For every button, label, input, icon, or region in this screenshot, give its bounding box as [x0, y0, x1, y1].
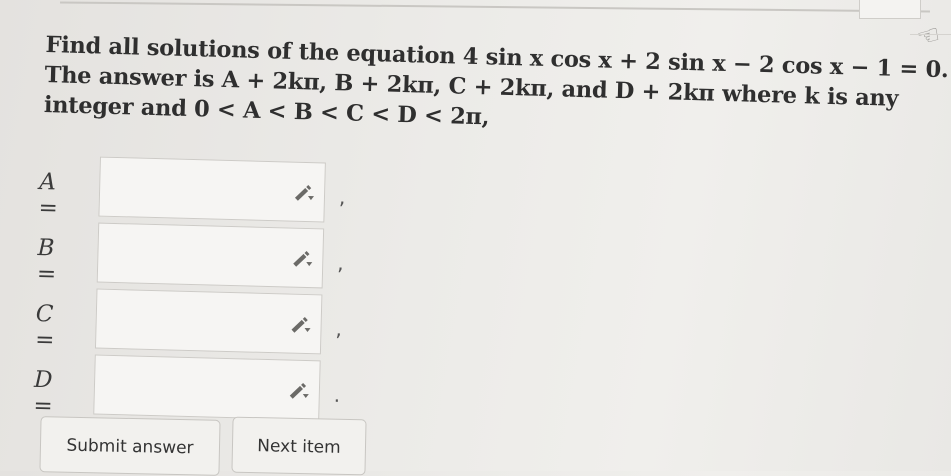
top-divider: [60, 1, 930, 13]
submit-answer-button[interactable]: Submit answer: [39, 416, 221, 476]
answer-label-c: C =: [34, 300, 55, 354]
answer-punct-a: ,: [338, 184, 346, 210]
answer-row-a: A = ,: [38, 155, 346, 223]
answer-punct-c: ,: [335, 316, 343, 341]
top-right-frame: [859, 0, 921, 19]
hand-pointer-icon: ☜: [913, 19, 944, 55]
pencil-icon[interactable]: [287, 314, 312, 335]
right-divider: [910, 34, 951, 35]
answer-label-a: A =: [38, 168, 59, 222]
question-text: Find all solutions of the equation 4 sin…: [43, 30, 949, 145]
answer-row-d: D = .: [33, 353, 340, 421]
answer-list: A = , B = , C = , D = .: [33, 155, 346, 421]
answer-punct-b: ,: [336, 250, 344, 275]
answer-row-b: B = ,: [37, 221, 344, 289]
answer-label-d: D =: [33, 366, 54, 420]
answer-label-b: B =: [36, 234, 57, 288]
answer-punct-d: .: [333, 382, 341, 407]
next-item-button[interactable]: Next item: [231, 416, 367, 476]
answer-row-c: C = ,: [35, 287, 342, 355]
pencil-icon[interactable]: [289, 248, 314, 269]
pencil-icon[interactable]: [291, 182, 316, 203]
pencil-icon[interactable]: [286, 380, 311, 401]
